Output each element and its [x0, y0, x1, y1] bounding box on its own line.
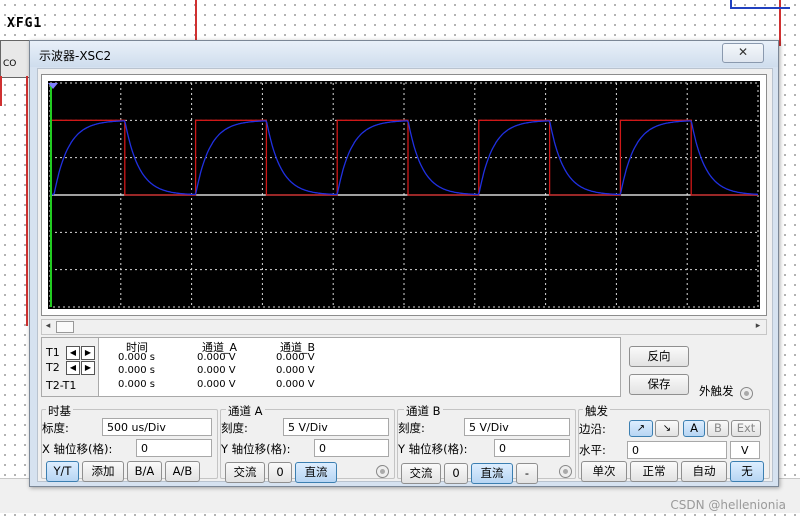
arrow-right-icon: ▶ — [84, 363, 92, 372]
horizontal-scrollbar[interactable]: ◂ ▸ — [41, 319, 767, 335]
trigger-level-input[interactable]: 0 — [627, 441, 727, 459]
close-button[interactable]: ✕ — [722, 43, 764, 63]
channel-b-minus-button[interactable]: - — [516, 463, 538, 484]
t1-channel-a: 0.000 V — [197, 352, 236, 363]
b-over-a-button[interactable]: B/A — [127, 461, 162, 482]
ext-trigger-label: 外触发 — [699, 384, 734, 398]
arrow-left-icon: ◀ — [69, 363, 77, 372]
channel-a-title: 通道 A — [226, 403, 265, 419]
scrollbar-thumb[interactable] — [56, 321, 74, 333]
wire — [26, 76, 28, 326]
arrow-right-icon: ▶ — [84, 348, 92, 357]
t2-channel-a: 0.000 V — [197, 365, 236, 376]
close-icon: ✕ — [737, 45, 749, 59]
t1-label: T1 — [46, 346, 60, 359]
t2-channel-b: 0.000 V — [276, 365, 315, 376]
oscilloscope-window: 示波器-XSC2 ✕ ◂ ▸ T1 ◀ ▶ T2 ◀ ▶ T2-T1 时间 通道… — [29, 40, 779, 487]
t2-time: 0.000 s — [118, 365, 156, 376]
channel-b-title: 通道 B — [404, 403, 443, 419]
t2-t1-channel-b: 0.000 V — [276, 379, 315, 390]
display-frame — [41, 74, 767, 316]
channel-a-ypos-label: Y 轴位移(格): — [221, 442, 291, 456]
trigger-level-unit[interactable]: V — [730, 441, 760, 459]
watermark: CSDN @hellenionia — [670, 498, 786, 512]
channel-b-scale-label: 刻度: — [398, 421, 425, 435]
t2-right-button[interactable]: ▶ — [81, 361, 95, 375]
wire — [0, 76, 2, 106]
xfg1-label: XFG1 — [7, 16, 43, 31]
rising-edge-icon: ↗ — [636, 423, 646, 434]
channel-b-ac-button[interactable]: 交流 — [401, 463, 441, 484]
t1-time: 0.000 s — [118, 352, 156, 363]
channel-b-dc-button[interactable]: 直流 — [471, 463, 513, 484]
x-position-input[interactable]: 0 — [136, 439, 212, 457]
a-over-b-button[interactable]: A/B — [165, 461, 200, 482]
trigger-source-b-button[interactable]: B — [707, 420, 729, 437]
oscilloscope-screen[interactable] — [48, 81, 760, 309]
channel-a-dc-button[interactable]: 直流 — [295, 462, 337, 483]
waveform-plot — [48, 82, 759, 308]
trigger-normal-button[interactable]: 正常 — [630, 461, 678, 482]
x-position-label: X 轴位移(格): — [42, 442, 113, 456]
t2-t1-channel-a: 0.000 V — [197, 379, 236, 390]
scroll-left-icon[interactable]: ◂ — [42, 320, 54, 333]
ext-trigger-terminal[interactable] — [740, 387, 753, 400]
trigger-single-button[interactable]: 单次 — [581, 461, 627, 482]
t2-t1-label: T2-T1 — [46, 379, 77, 392]
t2-left-button[interactable]: ◀ — [66, 361, 80, 375]
xfg-terminal-text: CO — [3, 59, 17, 69]
trigger-title: 触发 — [583, 403, 610, 419]
wire — [730, 7, 790, 9]
channel-b-zero-button[interactable]: 0 — [444, 463, 468, 484]
add-button[interactable]: 添加 — [82, 461, 124, 482]
t1-channel-b: 0.000 V — [276, 352, 315, 363]
instrument-panel: ◂ ▸ T1 ◀ ▶ T2 ◀ ▶ T2-T1 时间 通道_A 通道_B 0.0… — [37, 68, 773, 484]
trigger-source-a-button[interactable]: A — [683, 420, 705, 437]
trigger-source-ext-button[interactable]: Ext — [731, 420, 761, 437]
scroll-right-icon[interactable]: ▸ — [752, 320, 764, 333]
reverse-button[interactable]: 反向 — [629, 346, 689, 367]
cursor-readout-panel: T1 ◀ ▶ T2 ◀ ▶ T2-T1 时间 通道_A 通道_B 0.000 s… — [41, 337, 621, 397]
t1-right-button[interactable]: ▶ — [81, 346, 95, 360]
rising-edge-button[interactable]: ↗ — [629, 420, 653, 437]
falling-edge-button[interactable]: ↘ — [655, 420, 679, 437]
channel-b-ypos-input[interactable]: 0 — [494, 439, 570, 457]
cursor-labels: T1 ◀ ▶ T2 ◀ ▶ T2-T1 — [42, 338, 99, 396]
t1-left-button[interactable]: ◀ — [66, 346, 80, 360]
t2-label: T2 — [46, 361, 60, 374]
channel-a-zero-button[interactable]: 0 — [268, 462, 292, 483]
channel-a-ypos-input[interactable]: 0 — [314, 439, 389, 457]
trigger-auto-button[interactable]: 自动 — [681, 461, 727, 482]
wire — [195, 0, 197, 40]
timebase-scale-input[interactable]: 500 us/Div — [102, 418, 212, 436]
timebase-scale-label: 标度: — [42, 421, 69, 435]
t2-t1-time: 0.000 s — [118, 379, 156, 390]
falling-edge-icon: ↘ — [662, 423, 672, 434]
channel-a-terminal[interactable] — [376, 465, 389, 478]
window-title: 示波器-XSC2 — [39, 49, 112, 63]
trigger-level-label: 水平: — [579, 443, 606, 457]
channel-a-scale-label: 刻度: — [221, 421, 248, 435]
timebase-title: 时基 — [46, 403, 73, 419]
channel-a-ac-button[interactable]: 交流 — [225, 462, 265, 483]
trigger-edge-label: 边沿: — [579, 422, 606, 436]
channel-a-scale-input[interactable]: 5 V/Div — [283, 418, 389, 436]
channel-b-terminal[interactable] — [559, 465, 572, 478]
channel-b-ypos-label: Y 轴位移(格): — [398, 442, 468, 456]
save-button[interactable]: 保存 — [629, 374, 689, 395]
title-bar[interactable]: 示波器-XSC2 ✕ — [30, 41, 778, 67]
channel-b-scale-input[interactable]: 5 V/Div — [464, 418, 570, 436]
yt-button[interactable]: Y/T — [46, 461, 79, 482]
trigger-none-button[interactable]: 无 — [730, 461, 764, 482]
arrow-left-icon: ◀ — [69, 348, 77, 357]
